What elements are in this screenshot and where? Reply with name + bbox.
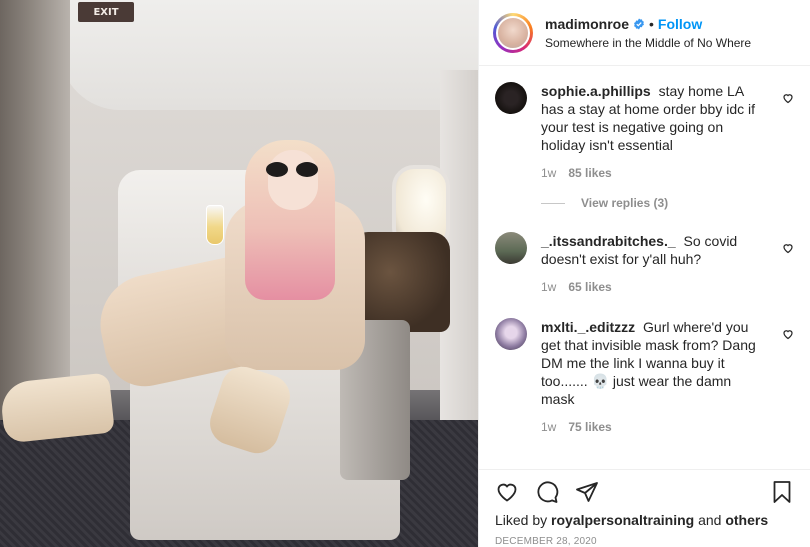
comment-meta: 1w 85 likes [541,164,759,182]
comment-body: mxlti._.editzzz Gurl where'd you get tha… [541,318,759,436]
comment-username[interactable]: mxlti._.editzzz [541,319,635,335]
follow-button[interactable]: Follow [658,16,702,32]
comment-like-heart-icon[interactable] [782,92,794,104]
comment-icon[interactable] [535,480,559,504]
comment-meta: 1w 75 likes [541,418,759,436]
post-actions: Liked by royalpersonaltraining and other… [479,469,810,547]
comment-item: sophie.a.phillips stay home LA has a sta… [495,82,794,182]
comment-likes[interactable]: 75 likes [568,418,611,436]
comment-avatar[interactable] [495,82,527,114]
liked-by-and: and [698,512,722,528]
separator-dot: • [649,15,654,32]
action-icons-row [495,472,794,512]
share-icon[interactable] [575,480,599,504]
bookmark-icon[interactable] [770,480,794,504]
liked-by-line: Liked by royalpersonaltraining and other… [495,512,794,528]
heart-icon[interactable] [495,480,519,504]
location-link[interactable]: Somewhere in the Middle of No Where [545,36,751,50]
post-photo[interactable]: EXIT [0,0,478,547]
liked-by-others[interactable]: others [725,512,768,528]
story-ring[interactable] [493,12,533,53]
liked-by-prefix: Liked by [495,512,548,528]
comment-avatar[interactable] [495,232,527,264]
comment-body: _.itssandrabitches._ So covid doesn't ex… [541,232,759,296]
post-header: madimonroe • Follow Somewhere in the Mid… [479,0,810,66]
replies-divider [541,202,565,204]
comment-username[interactable]: _.itssandrabitches._ [541,233,676,249]
comment-like-heart-icon[interactable] [782,328,794,340]
comment-item: _.itssandrabitches._ So covid doesn't ex… [495,232,794,296]
verified-badge-icon [634,18,644,29]
post-username[interactable]: madimonroe [545,16,629,32]
exit-sign: EXIT [78,2,134,22]
comment-like-heart-icon[interactable] [782,242,794,254]
comment-time[interactable]: 1w [541,418,556,436]
comment-likes[interactable]: 85 likes [568,164,611,182]
comment-body: sophie.a.phillips stay home LA has a sta… [541,82,759,182]
user-line: madimonroe • Follow [545,16,751,32]
comment-meta: 1w 65 likes [541,278,759,296]
sneaker-left [0,372,115,444]
person-face [268,150,318,210]
instagram-post: EXIT madimonroe • Follow Somewhere in th… [0,0,810,547]
champagne-glass [206,205,224,245]
comment-likes[interactable]: 65 likes [568,278,611,296]
comment-avatar[interactable] [495,318,527,350]
sunglasses [266,162,318,178]
avatar[interactable] [496,15,530,50]
comment-username[interactable]: sophie.a.phillips [541,83,651,99]
post-side-panel: madimonroe • Follow Somewhere in the Mid… [478,0,810,547]
comments-list[interactable]: sophie.a.phillips stay home LA has a sta… [479,66,810,469]
liked-by-user[interactable]: royalpersonaltraining [551,512,694,528]
handbag [350,232,450,332]
comment-time[interactable]: 1w [541,164,556,182]
view-replies-label: View replies (3) [581,196,669,210]
comment-item: mxlti._.editzzz Gurl where'd you get tha… [495,318,794,436]
header-text: madimonroe • Follow Somewhere in the Mid… [545,16,751,50]
view-replies-button[interactable]: View replies (3) [541,196,794,210]
post-date[interactable]: DECEMBER 28, 2020 [495,536,794,547]
comment-time[interactable]: 1w [541,278,556,296]
